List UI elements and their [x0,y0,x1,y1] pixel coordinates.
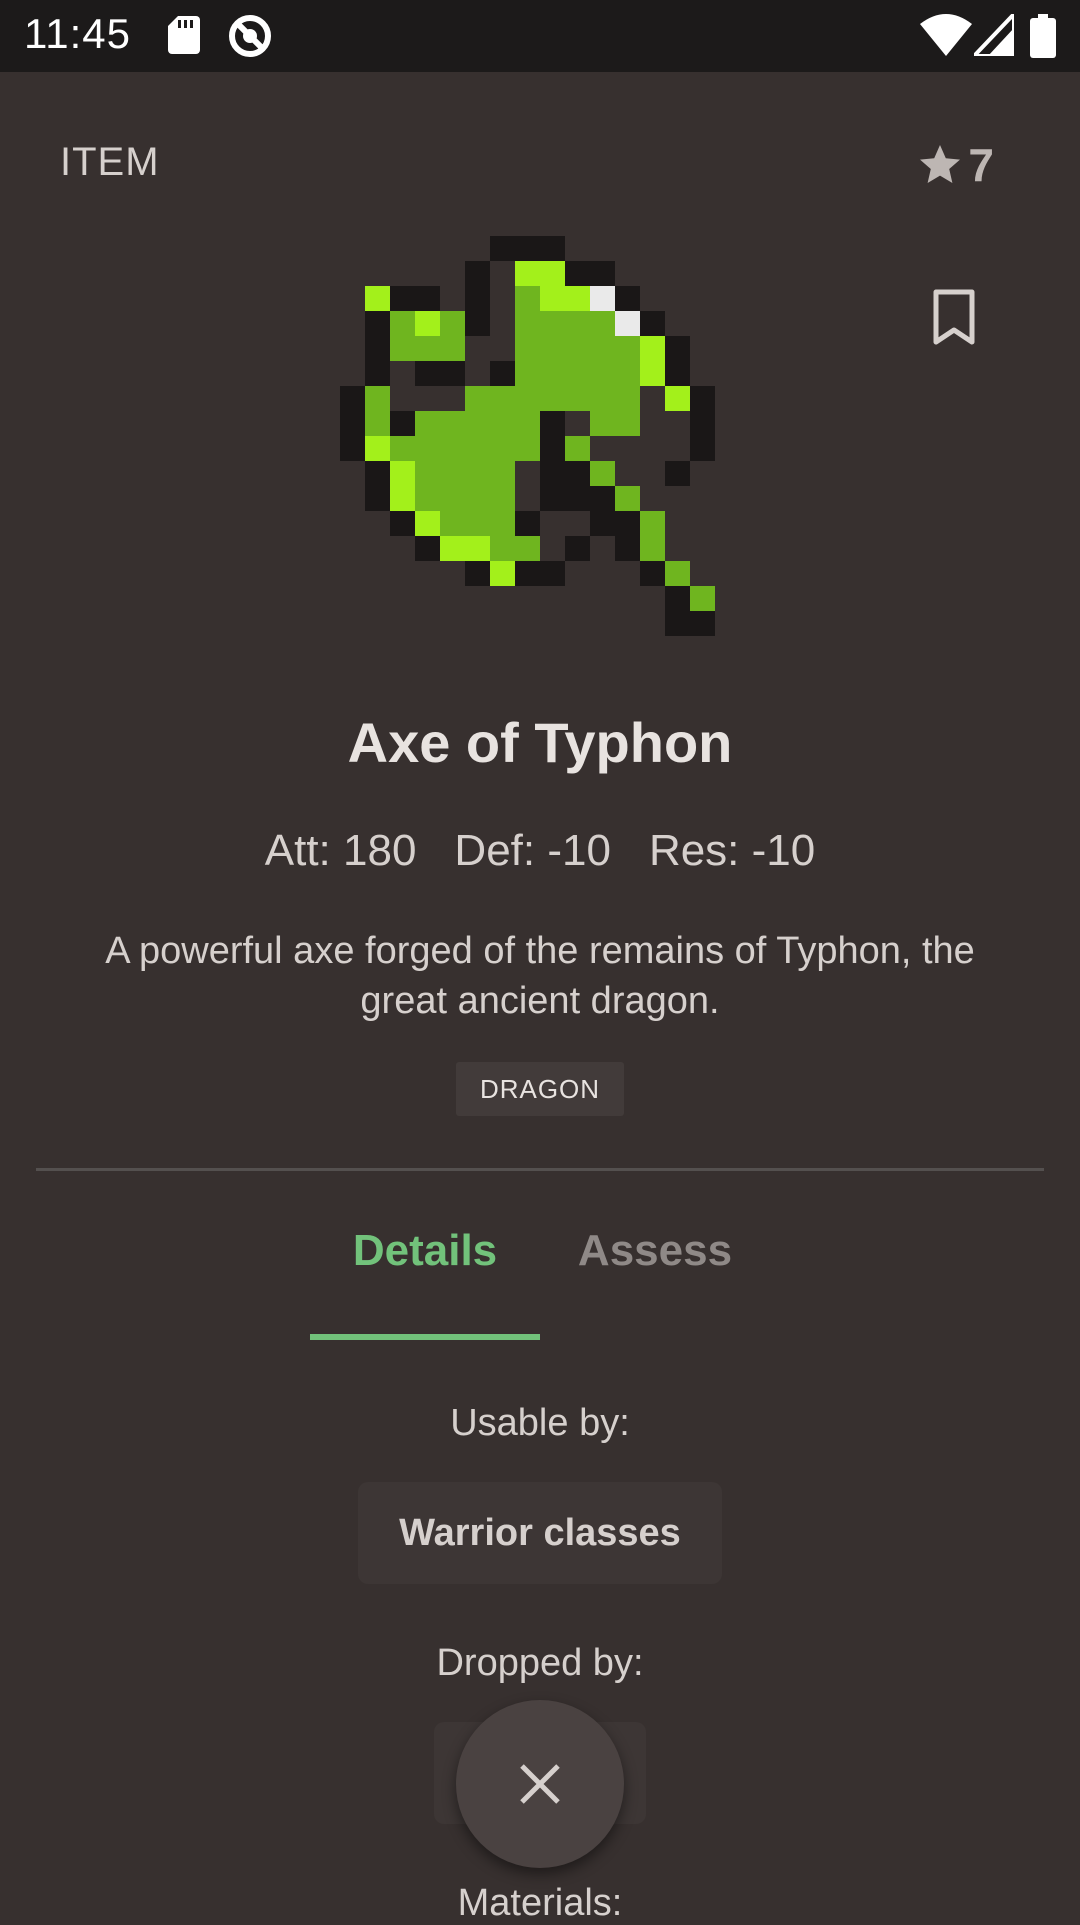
battery-icon [1030,14,1056,58]
star-icon [920,145,961,183]
wifi-icon [920,14,972,56]
item-stats: Att: 180 Def: -10 Res: -10 [0,826,1080,876]
axe-icon [340,236,715,636]
item-image [340,236,740,636]
close-icon [520,1764,560,1804]
usable-by-chip[interactable]: Warrior classes [358,1482,722,1584]
blocked-icon [228,14,272,58]
sd-card-icon [168,16,200,54]
rating-count: 7 [968,139,994,191]
status-bar: 11:45 [0,0,1080,72]
tab-bar: Details Assess [310,1226,770,1340]
bookmark-button[interactable] [930,288,978,348]
bookmark-icon [933,289,975,345]
item-type-label: ITEM [60,140,160,184]
stat-attack: Att: 180 [264,826,417,875]
stat-defense: Def: -10 [454,826,611,875]
item-name: Axe of Typhon [347,711,733,774]
usable-by-label: Usable by: [450,1402,630,1444]
close-button[interactable] [456,1700,624,1868]
signal-icon [969,9,1016,58]
tab-details[interactable]: Details [310,1226,540,1338]
item-description: A powerful axe forged of the remains of … [105,930,975,1022]
tab-indicator [310,1334,540,1340]
dropped-by-label: Dropped by: [436,1642,644,1684]
stat-resistance: Res: -10 [648,826,816,875]
status-time: 11:45 [24,10,131,57]
materials-label: Materials: [457,1882,623,1924]
tab-assess[interactable]: Assess [540,1226,770,1338]
divider [36,1168,1044,1171]
item-tag[interactable]: DRAGON [456,1062,624,1116]
rating[interactable]: 7 [916,138,994,192]
